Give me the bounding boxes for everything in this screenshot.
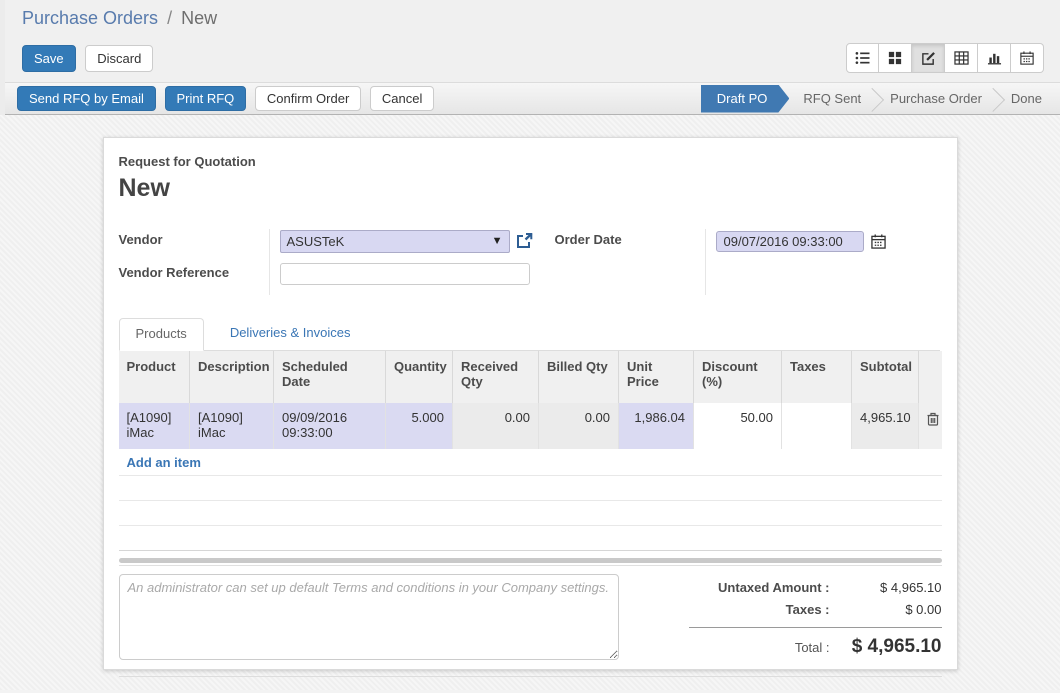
discard-button[interactable]: Discard bbox=[85, 45, 153, 72]
cancel-button[interactable]: Cancel bbox=[370, 86, 434, 111]
total-label: Total : bbox=[795, 640, 830, 655]
page-title: New bbox=[119, 174, 940, 203]
statusbar-actions: Send RFQ by Email Print RFQ Confirm Orde… bbox=[17, 86, 439, 111]
notebook-tabs: Products Deliveries & Invoices bbox=[119, 318, 940, 351]
breadcrumb: Purchase Orders / New bbox=[22, 8, 1060, 29]
add-item-row: Add an item bbox=[119, 449, 942, 476]
tab-deliveries-invoices[interactable]: Deliveries & Invoices bbox=[214, 318, 367, 350]
col-header-subtotal: Subtotal bbox=[852, 351, 919, 403]
form-sheet: Request for Quotation New Vendor Vendor … bbox=[103, 137, 958, 670]
taxes-total-value: $ 0.00 bbox=[830, 602, 942, 617]
order-lines-table: Product Description Scheduled Date Quant… bbox=[119, 351, 942, 449]
form-view-icon[interactable] bbox=[912, 43, 945, 73]
cell-scheduled-date[interactable]: 09/09/2016 09:33:00 bbox=[274, 403, 386, 449]
print-rfq-button[interactable]: Print RFQ bbox=[165, 86, 247, 111]
form-background: Request for Quotation New Vendor Vendor … bbox=[0, 115, 1060, 690]
col-header-scheduled-date: Scheduled Date bbox=[274, 351, 386, 403]
stage-purchase-order[interactable]: Purchase Order bbox=[876, 85, 996, 113]
totals-divider bbox=[689, 627, 942, 628]
col-header-billed-qty: Billed Qty bbox=[539, 351, 619, 403]
cell-subtotal: 4,965.10 bbox=[852, 403, 919, 449]
table-row[interactable]: [A1090] iMac [A1090] iMac 09/09/2016 09:… bbox=[119, 403, 942, 449]
calendar-view-icon[interactable] bbox=[1011, 43, 1044, 73]
empty-line bbox=[119, 476, 942, 501]
cell-unit-price[interactable]: 1,986.04 bbox=[619, 403, 694, 449]
cell-taxes[interactable] bbox=[782, 403, 852, 449]
confirm-order-button[interactable]: Confirm Order bbox=[255, 86, 361, 111]
toolbar: Save Discard bbox=[5, 33, 1060, 82]
top-chrome: Purchase Orders / New Save Discard bbox=[0, 0, 1060, 115]
pivot-view-icon[interactable] bbox=[945, 43, 978, 73]
total-value: $ 4,965.10 bbox=[830, 636, 942, 658]
col-header-received-qty: Received Qty bbox=[453, 351, 539, 403]
col-header-discount: Discount (%) bbox=[694, 351, 782, 403]
vendor-select[interactable]: ASUSTeK ▼ bbox=[280, 230, 510, 253]
external-link-icon[interactable] bbox=[516, 233, 533, 249]
taxes-total-label: Taxes : bbox=[786, 602, 830, 617]
table-header-row: Product Description Scheduled Date Quant… bbox=[119, 351, 942, 403]
untaxed-amount-label: Untaxed Amount : bbox=[718, 580, 829, 595]
delete-row-button[interactable] bbox=[919, 403, 942, 449]
empty-line bbox=[119, 526, 942, 551]
left-labels: Vendor Vendor Reference bbox=[119, 229, 269, 295]
order-date-input[interactable] bbox=[716, 231, 864, 252]
vendor-label: Vendor bbox=[119, 229, 269, 253]
status-bar: Send RFQ by Email Print RFQ Confirm Orde… bbox=[5, 82, 1060, 115]
col-header-actions bbox=[919, 351, 942, 403]
sheet-subtitle: Request for Quotation bbox=[119, 154, 940, 169]
toolbar-actions: Save Discard bbox=[22, 45, 159, 72]
cell-description[interactable]: [A1090] iMac bbox=[190, 403, 274, 449]
col-header-taxes: Taxes bbox=[782, 351, 852, 403]
left-values: ASUSTeK ▼ bbox=[269, 229, 533, 295]
cell-billed-qty: 0.00 bbox=[539, 403, 619, 449]
stage-pipeline: Draft PO RFQ Sent Purchase Order Done bbox=[701, 85, 1056, 113]
col-header-product: Product bbox=[119, 351, 190, 403]
graph-view-icon[interactable] bbox=[978, 43, 1011, 73]
breadcrumb-separator: / bbox=[167, 8, 172, 28]
vendor-selected-value: ASUSTeK bbox=[287, 234, 492, 249]
send-rfq-by-email-button[interactable]: Send RFQ by Email bbox=[17, 86, 156, 111]
cell-received-qty: 0.00 bbox=[453, 403, 539, 449]
cell-discount[interactable]: 50.00 bbox=[694, 403, 782, 449]
order-date-label: Order Date bbox=[555, 229, 705, 253]
breadcrumb-current: New bbox=[181, 8, 217, 28]
terms-and-conditions-textarea[interactable] bbox=[119, 574, 619, 660]
right-values bbox=[705, 229, 886, 295]
left-field-group: Vendor Vendor Reference ASUSTeK ▼ bbox=[119, 229, 533, 295]
cell-quantity[interactable]: 5.000 bbox=[386, 403, 453, 449]
cell-product[interactable]: [A1090] iMac bbox=[119, 403, 190, 449]
horizontal-scrollbar[interactable] bbox=[119, 558, 942, 563]
kanban-view-icon[interactable] bbox=[879, 43, 912, 73]
field-groups: Vendor Vendor Reference ASUSTeK ▼ bbox=[119, 229, 940, 295]
col-header-quantity: Quantity bbox=[386, 351, 453, 403]
untaxed-amount-value: $ 4,965.10 bbox=[830, 580, 942, 595]
view-switcher bbox=[846, 43, 1044, 73]
chevron-down-icon: ▼ bbox=[492, 235, 503, 247]
vendor-reference-input[interactable] bbox=[280, 263, 530, 285]
vendor-reference-label: Vendor Reference bbox=[119, 262, 269, 286]
empty-line bbox=[119, 501, 942, 526]
sheet-footer-divider bbox=[119, 676, 942, 677]
horizontal-scrollbar-track bbox=[119, 565, 942, 566]
calendar-icon[interactable] bbox=[871, 234, 886, 249]
save-button[interactable]: Save bbox=[22, 45, 76, 72]
tab-products[interactable]: Products bbox=[119, 318, 204, 351]
breadcrumb-bar: Purchase Orders / New bbox=[5, 0, 1060, 33]
list-view-icon[interactable] bbox=[846, 43, 879, 73]
add-an-item-link[interactable]: Add an item bbox=[127, 455, 201, 470]
right-labels: Order Date bbox=[555, 229, 705, 295]
col-header-description: Description bbox=[190, 351, 274, 403]
totals-block: Untaxed Amount : $ 4,965.10 Taxes : $ 0.… bbox=[619, 574, 942, 665]
stage-done[interactable]: Done bbox=[997, 85, 1056, 113]
col-header-unit-price: Unit Price bbox=[619, 351, 694, 403]
breadcrumb-parent-link[interactable]: Purchase Orders bbox=[22, 8, 158, 28]
trash-icon bbox=[927, 412, 939, 426]
right-field-group: Order Date bbox=[555, 229, 886, 295]
sheet-bottom: Untaxed Amount : $ 4,965.10 Taxes : $ 0.… bbox=[119, 574, 942, 665]
stage-draft-po[interactable]: Draft PO bbox=[701, 85, 790, 113]
